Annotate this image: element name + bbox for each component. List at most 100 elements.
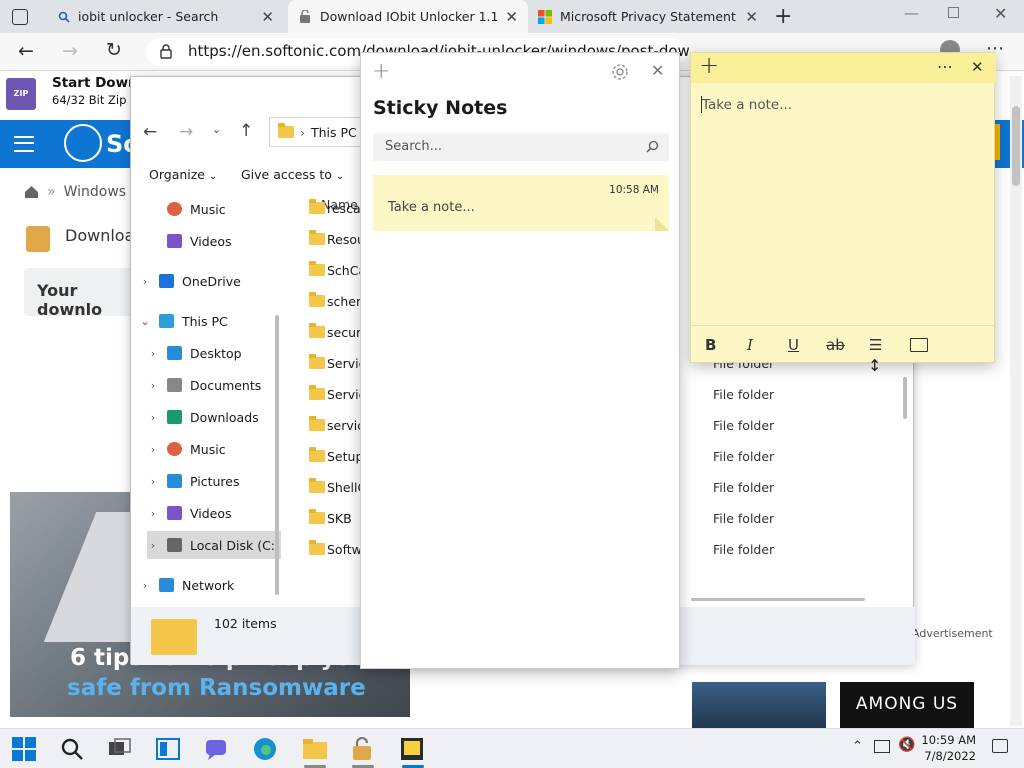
tree-item-label: Documents xyxy=(190,377,262,393)
tree-item[interactable]: › Network xyxy=(139,571,279,599)
game-ad-image[interactable] xyxy=(692,682,826,728)
image-icon[interactable] xyxy=(910,338,928,352)
bullet-list-icon[interactable]: ☰ xyxy=(869,336,882,354)
file-name: securi xyxy=(327,325,365,340)
chat-icon[interactable] xyxy=(204,737,230,763)
bold-icon[interactable]: B xyxy=(705,336,716,354)
network-icon xyxy=(159,578,174,592)
nav-pane-scrollbar[interactable] xyxy=(275,315,279,595)
chevron-right-icon[interactable]: › xyxy=(147,443,159,456)
among-us-ad[interactable]: AMONG US xyxy=(840,682,974,728)
tree-item[interactable]: Videos xyxy=(147,227,281,255)
settings-icon[interactable] xyxy=(611,63,629,81)
breadcrumb-windows[interactable]: Windows xyxy=(64,184,127,200)
search-input[interactable]: Search... xyxy=(373,133,669,161)
download-title: Downloa xyxy=(65,226,135,245)
tree-item[interactable]: ⌄ This PC xyxy=(139,307,279,335)
back-icon[interactable]: ← xyxy=(143,122,157,142)
iobit-unlocker-icon[interactable] xyxy=(350,737,376,763)
forward-icon[interactable]: → xyxy=(62,40,78,62)
file-type: File folder xyxy=(713,418,775,433)
give-access-button[interactable]: Give access to ⌄ xyxy=(241,167,344,182)
note-text-input[interactable]: Take a note... xyxy=(702,97,792,113)
add-note-icon[interactable]: + xyxy=(699,51,719,79)
chevron-right-icon[interactable]: › xyxy=(147,379,159,392)
note-card[interactable]: 10:58 AM Take a note... xyxy=(373,175,669,231)
tree-item-label: Downloads xyxy=(190,409,259,425)
sticky-notes-icon[interactable] xyxy=(400,737,426,763)
show-hidden-icons[interactable]: ⌃ xyxy=(852,739,863,754)
clock[interactable]: 10:59 AM 7/8/2022 xyxy=(910,733,976,763)
underline-icon[interactable]: U xyxy=(788,336,799,354)
close-tab-icon[interactable]: ✕ xyxy=(505,8,518,26)
tree-item[interactable]: › Local Disk (C:) xyxy=(147,531,281,559)
up-icon[interactable]: ↑ xyxy=(239,121,253,141)
softonic-logo-icon[interactable] xyxy=(64,124,102,162)
forward-icon[interactable]: → xyxy=(179,122,193,142)
videos-icon xyxy=(167,506,182,520)
tree-item[interactable]: › Pictures xyxy=(147,467,281,495)
close-icon[interactable]: ✕ xyxy=(651,61,664,80)
page-scrollbar[interactable] xyxy=(1010,76,1022,726)
more-options-icon[interactable]: ⋯ xyxy=(937,57,953,76)
widgets-icon[interactable] xyxy=(156,737,182,763)
tree-item-label: This PC xyxy=(182,313,228,329)
page-curl-icon xyxy=(655,217,669,231)
organize-button[interactable]: Organize ⌄ xyxy=(149,167,217,182)
tab-microsoft[interactable]: Microsoft Privacy Statement – M ✕ xyxy=(528,0,768,33)
start-icon[interactable] xyxy=(12,737,38,763)
tree-item[interactable]: › OneDrive xyxy=(139,267,279,295)
tree-item-label: Pictures xyxy=(190,473,240,489)
refresh-icon[interactable]: ↻ xyxy=(106,39,122,61)
notifications-icon[interactable] xyxy=(992,739,1008,753)
lock-icon[interactable] xyxy=(160,44,172,59)
documents-icon xyxy=(167,378,182,392)
edge-icon[interactable] xyxy=(253,737,279,763)
tree-item[interactable]: › Videos xyxy=(147,499,281,527)
tree-item[interactable]: › Downloads xyxy=(147,403,281,431)
strikethrough-icon[interactable]: ab xyxy=(826,336,845,354)
add-note-icon[interactable]: + xyxy=(372,59,390,84)
search-icon[interactable] xyxy=(646,140,659,153)
promo-line-2: safe from Ransomware xyxy=(67,675,366,701)
chevron-right-icon[interactable]: › xyxy=(147,507,159,520)
folder-icon xyxy=(309,199,325,214)
horizontal-scrollbar[interactable] xyxy=(691,598,865,601)
file-explorer-icon[interactable] xyxy=(302,737,328,763)
close-tab-icon[interactable]: ✕ xyxy=(745,8,758,26)
new-tab-icon[interactable]: + xyxy=(774,4,792,29)
hamburger-menu-icon[interactable] xyxy=(14,136,34,152)
chevron-right-icon[interactable]: › xyxy=(147,347,159,360)
chevron-right-icon[interactable]: › xyxy=(147,411,159,424)
tab-softonic[interactable]: Download IObit Unlocker 1.1(20 ✕ xyxy=(288,0,528,33)
task-view-icon[interactable] xyxy=(108,737,134,763)
download-banner-title[interactable]: Start Downl xyxy=(52,75,142,91)
home-icon[interactable] xyxy=(24,185,39,199)
tree-item[interactable]: Music xyxy=(147,195,281,223)
restore-icon[interactable] xyxy=(948,7,959,18)
breadcrumb-separator: » xyxy=(47,184,56,200)
close-window-icon[interactable]: ✕ xyxy=(994,4,1007,23)
chevron-right-icon[interactable]: › xyxy=(147,539,159,552)
close-note-icon[interactable]: ✕ xyxy=(971,58,984,76)
chevron-right-icon[interactable]: › xyxy=(139,579,151,592)
chevron-right-icon[interactable]: › xyxy=(139,275,151,288)
back-icon[interactable]: ← xyxy=(18,40,34,62)
minimize-icon[interactable]: — xyxy=(904,4,919,22)
tree-item[interactable]: › Music xyxy=(147,435,281,463)
file-list-scrollbar[interactable] xyxy=(903,377,907,419)
desktop-icon xyxy=(167,346,182,360)
close-tab-icon[interactable]: ✕ xyxy=(261,8,274,26)
chevron-down-icon[interactable]: ⌄ xyxy=(139,315,151,328)
recent-locations-icon[interactable]: ⌄ xyxy=(212,123,221,136)
tree-item[interactable]: › Desktop xyxy=(147,339,281,367)
tree-item[interactable]: › Documents xyxy=(147,371,281,399)
chevron-right-icon[interactable]: › xyxy=(147,475,159,488)
tab-actions-icon[interactable] xyxy=(12,9,28,25)
tab-search[interactable]: iobit unlocker - Search ✕ xyxy=(48,0,284,33)
display-icon[interactable] xyxy=(874,740,890,753)
search-icon[interactable] xyxy=(60,737,86,763)
folder-icon xyxy=(309,292,325,307)
italic-icon[interactable]: I xyxy=(747,336,753,354)
location-bar[interactable]: › This PC xyxy=(269,117,369,147)
